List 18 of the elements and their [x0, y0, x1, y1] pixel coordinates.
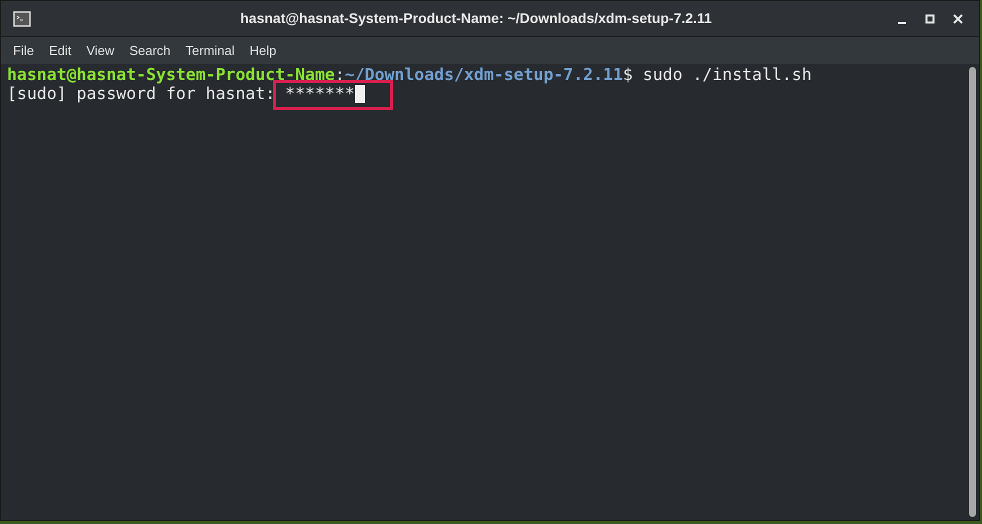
menu-item[interactable]: Help	[244, 40, 282, 60]
menu-item[interactable]: Edit	[42, 40, 78, 60]
close-icon[interactable]	[953, 14, 963, 24]
maximize-icon[interactable]	[925, 14, 935, 24]
masked-password-text: *******	[285, 84, 355, 103]
directory-path-text: ~/Downloads/xdm-setup-7.2.11	[344, 65, 623, 84]
menu-item[interactable]: Search	[123, 40, 177, 60]
password-prompt: [sudo] password for hasnat:	[7, 84, 276, 103]
terminal-icon	[13, 10, 31, 26]
menu-item[interactable]: Terminal	[180, 40, 241, 60]
cursor	[354, 84, 365, 102]
user-host: hasnat@hasnat-System-Product-Name	[7, 65, 335, 84]
menu-item[interactable]: File	[7, 40, 40, 60]
separator: :	[334, 65, 345, 84]
window-title: hasnat@hasnat-System-Product-Name: ~/Downloads/xdm-setup-7.2.11	[240, 9, 712, 28]
menu-item[interactable]: View	[80, 40, 120, 60]
scrollbar-thumb[interactable]	[968, 67, 976, 517]
command-text: $ sudo ./install.sh	[622, 65, 812, 84]
